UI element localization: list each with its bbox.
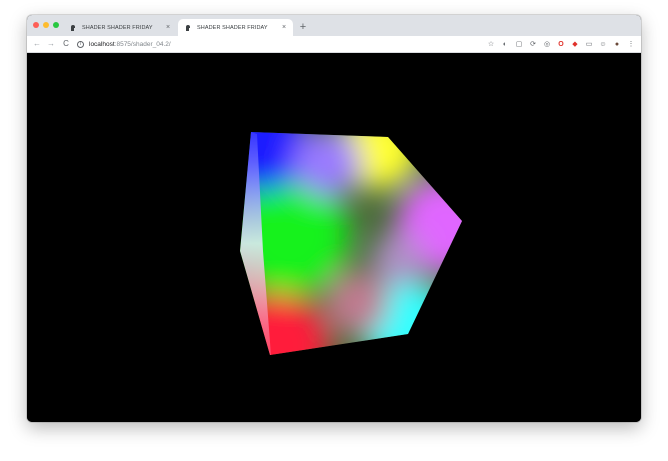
back-button[interactable]: ← bbox=[32, 39, 42, 49]
close-window-button[interactable] bbox=[33, 22, 39, 28]
forward-button[interactable]: → bbox=[46, 39, 56, 49]
tab-title: SHADER SHADER FRIDAY bbox=[197, 24, 268, 31]
extension-4-icon[interactable]: ◎ bbox=[543, 40, 551, 48]
tab-title: SHADER SHADER FRIDAY bbox=[82, 24, 153, 31]
minimize-window-button[interactable] bbox=[43, 22, 49, 28]
opera-icon[interactable]: O bbox=[557, 40, 565, 48]
profile-avatar-icon[interactable]: ● bbox=[613, 40, 621, 48]
extension-2-icon[interactable]: ▢ bbox=[515, 40, 523, 48]
url-host: localhost bbox=[89, 41, 115, 48]
webgl-canvas[interactable] bbox=[27, 53, 641, 422]
new-tab-button[interactable]: + bbox=[297, 21, 309, 33]
address-bar[interactable]: i localhost :8575/shader_04.2/ bbox=[77, 38, 477, 51]
shader-favicon-icon bbox=[186, 24, 190, 31]
tab-close-icon[interactable]: × bbox=[163, 23, 173, 33]
reload-button[interactable]: C bbox=[61, 39, 71, 49]
shader-favicon-icon bbox=[71, 24, 75, 31]
tab-strip: SHADER SHADER FRIDAY × SHADER SHADER FRI… bbox=[27, 15, 641, 36]
toolbar: ← → C i localhost :8575/shader_04.2/ ☆ ◐… bbox=[27, 36, 641, 53]
info-icon[interactable]: i bbox=[77, 41, 84, 48]
extension-6-icon[interactable]: ▭ bbox=[585, 40, 593, 48]
extension-1-icon[interactable]: ◐ bbox=[501, 40, 509, 48]
extension-5-icon[interactable]: ◆ bbox=[571, 40, 579, 48]
extension-bar: ☆ ◐ ▢ ⟳ ◎ O ◆ ▭ ☺ ● ⋮ bbox=[487, 39, 635, 49]
star-icon[interactable]: ☆ bbox=[487, 40, 495, 48]
tab-active[interactable]: SHADER SHADER FRIDAY × bbox=[178, 19, 293, 36]
maximize-window-button[interactable] bbox=[53, 22, 59, 28]
tab-inactive[interactable]: SHADER SHADER FRIDAY × bbox=[63, 19, 177, 36]
url-path: :8575/shader_04.2/ bbox=[114, 41, 171, 48]
extension-3-icon[interactable]: ⟳ bbox=[529, 40, 537, 48]
tab-close-icon[interactable]: × bbox=[279, 23, 289, 33]
extension-7-icon[interactable]: ☺ bbox=[599, 40, 607, 48]
browser-window: SHADER SHADER FRIDAY × SHADER SHADER FRI… bbox=[27, 15, 641, 422]
menu-icon[interactable]: ⋮ bbox=[627, 40, 635, 48]
cube bbox=[240, 132, 462, 355]
rgb-cube-render bbox=[240, 132, 462, 355]
